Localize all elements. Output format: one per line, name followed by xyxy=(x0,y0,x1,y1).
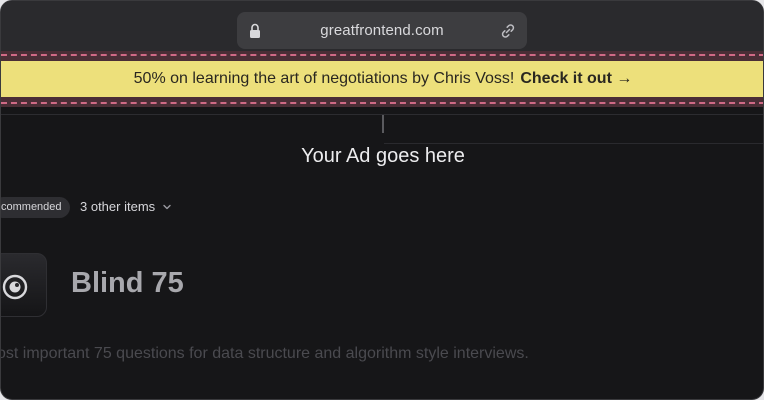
ad-placeholder[interactable]: Your Ad goes here xyxy=(1,145,763,168)
promo-banner-container: 50% on learning the art of negotiations … xyxy=(1,51,763,107)
list-title[interactable]: Blind 75 xyxy=(71,267,184,300)
list-icon-tile xyxy=(1,253,47,317)
divider xyxy=(384,143,763,144)
promo-cta-link[interactable]: Check it out → xyxy=(520,70,632,88)
browser-toolbar: greatfrontend.com xyxy=(1,1,763,55)
link-icon[interactable] xyxy=(499,22,517,40)
lock-icon xyxy=(250,23,260,38)
divider xyxy=(382,115,384,133)
url-text: greatfrontend.com xyxy=(320,22,444,39)
dashed-divider xyxy=(1,54,763,56)
browser-window: greatfrontend.com 50% on learning the ar… xyxy=(0,0,764,400)
other-items-dropdown[interactable]: 3 other items xyxy=(80,199,172,214)
dashed-divider xyxy=(1,102,763,104)
eye-icon xyxy=(2,274,28,300)
other-items-label: 3 other items xyxy=(80,199,156,214)
chevron-down-icon xyxy=(163,204,171,209)
list-description: ost important 75 questions for data stru… xyxy=(0,345,529,362)
address-bar[interactable]: greatfrontend.com xyxy=(237,12,527,49)
promo-banner[interactable]: 50% on learning the art of negotiations … xyxy=(1,61,763,97)
promo-text: 50% on learning the art of negotiations … xyxy=(133,70,515,87)
recommended-badge[interactable]: commended xyxy=(1,197,70,218)
